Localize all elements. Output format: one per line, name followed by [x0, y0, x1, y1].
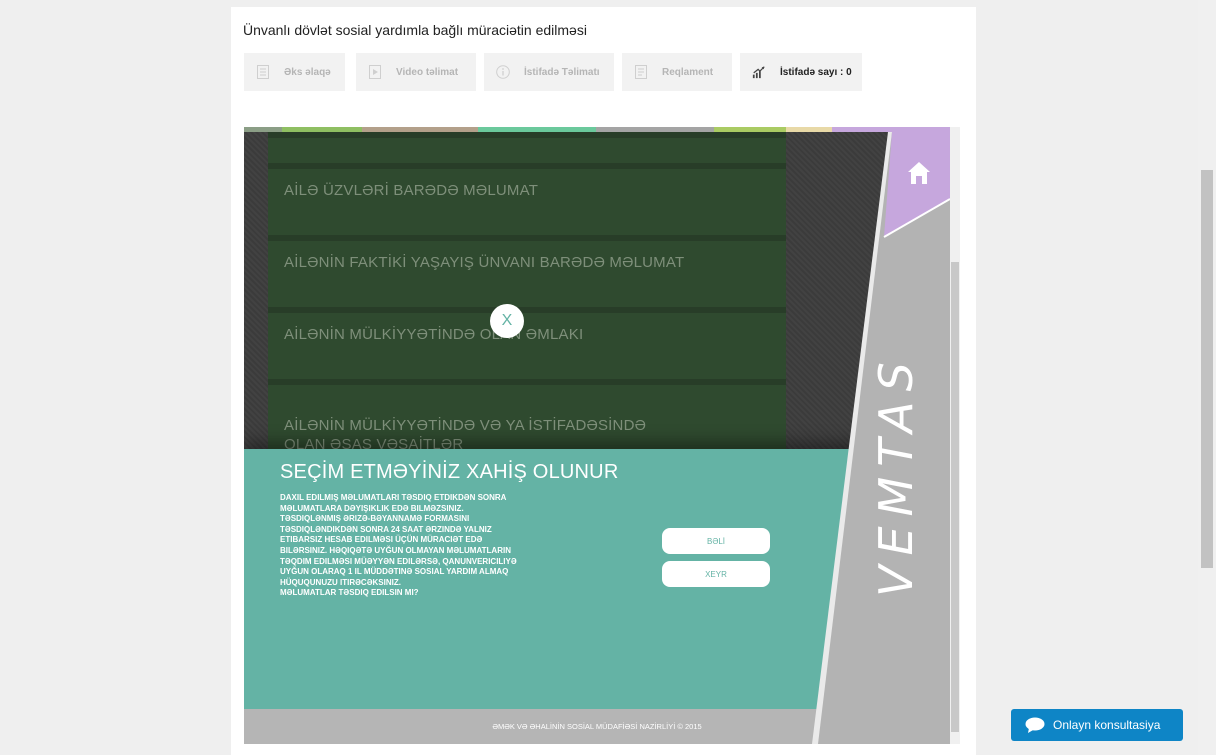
brand-logo-text: VEMTAS [869, 352, 923, 597]
online-consultation-label: Onlayn konsultasiya [1053, 718, 1161, 732]
online-consultation-button[interactable]: Onlayn konsultasiya [1011, 709, 1183, 741]
chat-bubble-icon [1025, 717, 1045, 733]
page-scrollbar-thumb[interactable] [1201, 170, 1213, 568]
user-guide-button[interactable]: İstifadə Təlimatı [484, 53, 614, 91]
app-scrollbar-thumb[interactable] [951, 262, 959, 732]
usage-count-label: İstifadə sayı : 0 [780, 66, 852, 78]
app-scrollbar[interactable] [950, 127, 960, 744]
video-guide-label: Video təlimat [396, 66, 459, 78]
regulation-label: Reqlament [662, 66, 714, 78]
modal-close-button[interactable]: X [490, 304, 524, 338]
feedback-label: Əks əlaqə [284, 66, 331, 78]
document-icon [256, 64, 270, 80]
info-icon [496, 64, 510, 80]
regulation-button[interactable]: Reqlament [622, 53, 732, 91]
user-guide-label: İstifadə Təlimatı [524, 66, 600, 78]
page-scrollbar[interactable] [1198, 0, 1216, 755]
chart-growth-icon [752, 64, 766, 80]
app-frame: AİLƏ ÜZVLƏRİ BARƏDƏ MƏLUMAT AİLƏNİN FAKT… [244, 127, 950, 744]
feedback-button[interactable]: Əks əlaqə [244, 53, 345, 91]
usage-count-button[interactable]: İstifadə sayı : 0 [740, 53, 862, 91]
video-guide-button[interactable]: Video təlimat [356, 53, 476, 91]
page-title: Ünvanlı dövlət sosial yardımla bağlı mür… [243, 22, 587, 38]
list-icon [634, 64, 648, 80]
video-icon [368, 64, 382, 80]
brand-side-panel: VEMTAS [812, 132, 950, 744]
